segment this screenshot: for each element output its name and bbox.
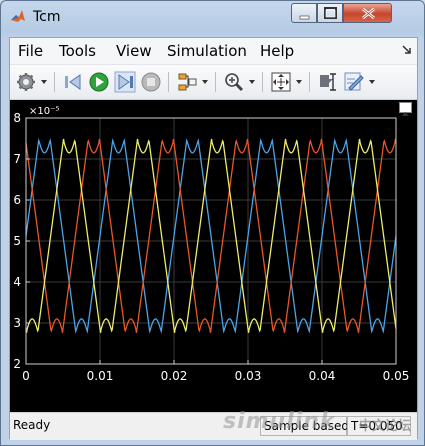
y-tick-label: 7 bbox=[13, 152, 21, 166]
scope-client-area: File Tools View Simulation Help 0 0.01 0… bbox=[9, 37, 418, 440]
step-forward-icon[interactable] bbox=[114, 71, 136, 93]
maximize-icon bbox=[324, 7, 337, 19]
fit-dropdown-icon[interactable] bbox=[295, 79, 303, 85]
menu-simulation[interactable]: Simulation bbox=[167, 42, 247, 60]
signal-selector-icon[interactable] bbox=[176, 71, 198, 93]
toolbar-separator bbox=[54, 72, 55, 92]
scope-window: Tcm File Tools View Simulation Help 0 0.… bbox=[0, 0, 425, 446]
watermark-subtext: 中文论坛 bbox=[359, 419, 412, 434]
y-exponent-label: ×10⁻⁵ bbox=[29, 106, 59, 117]
y-tick-label: 4 bbox=[13, 275, 21, 289]
status-text: Ready bbox=[13, 418, 51, 432]
style-dropdown-icon[interactable] bbox=[368, 79, 376, 85]
title-bar[interactable]: Tcm bbox=[1, 1, 424, 37]
signal-dropdown-icon[interactable] bbox=[201, 79, 209, 85]
menu-bar: File Tools View Simulation Help bbox=[10, 38, 417, 65]
scope-display[interactable]: 0 0.01 0.02 0.03 0.04 0.05 2 3 4 5 6 7 8 ×10⁻⁵ bbox=[10, 100, 417, 412]
series-line-0 bbox=[25, 138, 397, 334]
y-tick-label: 3 bbox=[13, 316, 21, 330]
y-tick-label: 5 bbox=[13, 234, 21, 248]
style-edit-icon[interactable] bbox=[343, 71, 365, 93]
toolbar-separator bbox=[215, 72, 216, 92]
minimize-icon bbox=[299, 15, 310, 20]
x-tick-label: 0.03 bbox=[235, 369, 262, 383]
cursor-measure-icon[interactable] bbox=[317, 71, 339, 93]
undock-icon bbox=[402, 112, 409, 116]
x-tick-label: 0.04 bbox=[309, 369, 336, 383]
toolbar-separator bbox=[262, 72, 263, 92]
status-bar: Ready Sample based T=0.050 bbox=[10, 412, 417, 440]
zoom-icon[interactable] bbox=[223, 71, 245, 93]
menu-view[interactable]: View bbox=[116, 42, 152, 60]
collapse-arrow-icon[interactable] bbox=[401, 44, 413, 56]
run-icon[interactable] bbox=[88, 71, 110, 93]
zoom-dropdown-icon[interactable] bbox=[248, 79, 256, 85]
minimize-button[interactable] bbox=[291, 3, 317, 23]
fit-to-view-icon[interactable] bbox=[270, 71, 292, 93]
toolbar-separator bbox=[168, 72, 169, 92]
y-tick-label: 6 bbox=[13, 193, 21, 207]
stop-icon[interactable] bbox=[140, 71, 162, 93]
x-tick-label: 0 bbox=[22, 369, 30, 383]
y-tick-label: 2 bbox=[13, 357, 21, 371]
x-tick-label: 0.01 bbox=[87, 369, 114, 383]
plot-lines bbox=[25, 138, 397, 334]
step-back-icon[interactable] bbox=[62, 71, 84, 93]
watermark-logo: simulink bbox=[223, 409, 336, 434]
maximize-button[interactable] bbox=[317, 3, 343, 23]
menu-help[interactable]: Help bbox=[260, 42, 294, 60]
gear-icon[interactable] bbox=[15, 71, 37, 93]
window-title: Tcm bbox=[33, 9, 61, 25]
close-button[interactable] bbox=[343, 3, 392, 23]
scope-plot[interactable]: 0 0.01 0.02 0.03 0.04 0.05 2 3 4 5 6 7 8 ×10⁻⁵ bbox=[10, 100, 417, 412]
matlab-app-icon bbox=[11, 10, 25, 22]
menu-file[interactable]: File bbox=[18, 42, 43, 60]
close-icon bbox=[362, 7, 375, 20]
menu-tools[interactable]: Tools bbox=[59, 42, 96, 60]
x-tick-label: 0.05 bbox=[383, 369, 410, 383]
undock-button[interactable] bbox=[399, 102, 412, 116]
toolbar-separator bbox=[309, 72, 310, 92]
toolbar bbox=[10, 65, 417, 100]
x-tick-label: 0.02 bbox=[161, 369, 188, 383]
y-tick-label: 8 bbox=[13, 111, 21, 125]
gear-dropdown-icon[interactable] bbox=[40, 79, 48, 85]
